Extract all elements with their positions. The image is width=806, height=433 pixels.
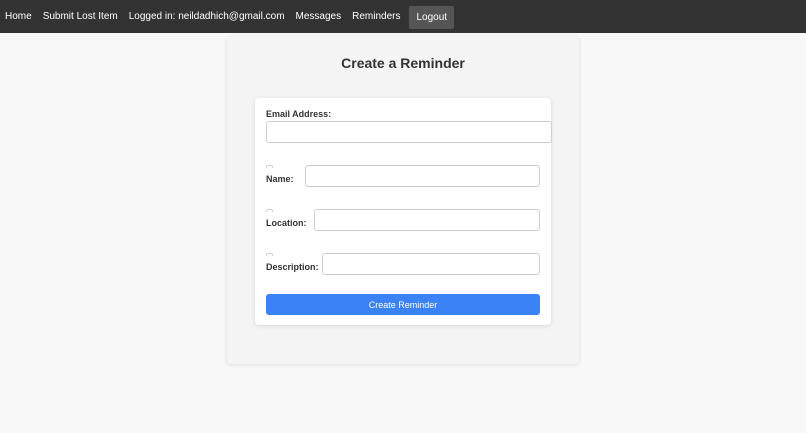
name-hidden-checkbox[interactable] [266,165,273,168]
name-input[interactable] [305,165,540,187]
reminder-form: Email Address: Name: Location: Descripti… [255,98,552,325]
logout-button[interactable]: Logout [409,5,455,29]
create-reminder-button[interactable]: Create Reminder [266,294,540,315]
location-label: Location: [266,218,307,228]
description-label: Description: [266,262,319,272]
logged-in-status: Logged in: neildadhich@gmail.com [128,11,285,22]
location-hidden-checkbox[interactable] [266,209,273,212]
email-label: Email Address: [266,109,332,119]
nav-home-link[interactable]: Home [5,11,32,22]
nav-reminders-link[interactable]: Reminders [352,11,400,22]
email-input[interactable] [266,121,552,143]
description-hidden-checkbox[interactable] [266,253,273,256]
page-title: Create a Reminder [341,55,465,71]
reminder-card: Create a Reminder Email Address: Name: L… [227,36,579,364]
nav-submit-lost-item-link[interactable]: Submit Lost Item [43,11,118,22]
location-input[interactable] [314,209,540,231]
name-label: Name: [266,174,294,184]
top-navbar: Home Submit Lost Item Logged in: neildad… [0,0,806,33]
nav-messages-link[interactable]: Messages [296,11,342,22]
description-input[interactable] [322,253,540,275]
